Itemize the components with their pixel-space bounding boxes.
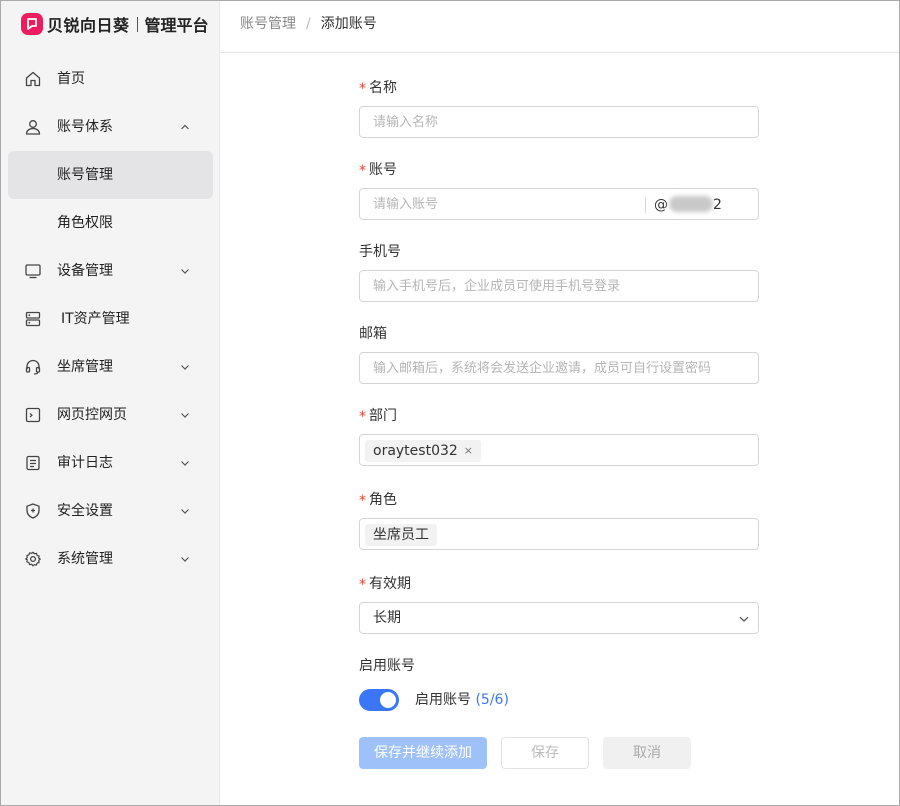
name-label: * 名称 — [359, 80, 397, 97]
brand-subtitle: 管理平台 — [144, 16, 209, 35]
user-icon — [25, 120, 41, 135]
brand[interactable]: 贝锐向日葵 管理平台 — [21, 12, 209, 36]
chevron-down-icon — [739, 616, 749, 622]
sidebar-item-it-assets[interactable]: IT资产管理 — [1, 295, 220, 343]
shield-icon — [26, 503, 40, 519]
email-label: 邮箱 — [359, 326, 387, 342]
web-terminal-icon — [25, 407, 41, 423]
breadcrumb-parent[interactable]: 账号管理 — [240, 15, 296, 33]
required-mark: * — [359, 577, 366, 593]
sidebar-item-label: 首页 — [57, 71, 85, 87]
sidebar-item-home[interactable]: 首页 — [1, 55, 220, 103]
department-label: * 部门 — [359, 408, 397, 425]
account-placeholder: 请输入账号 — [373, 197, 439, 212]
department-tag-label: oraytest032 — [373, 443, 458, 459]
account-suffix-divider — [645, 197, 646, 213]
name-input[interactable]: 请输入名称 — [359, 106, 759, 138]
sidebar-item-account-management[interactable]: 账号管理 — [8, 151, 213, 199]
sunlogin-logo-icon — [21, 13, 43, 35]
sidebar-item-label: 设备管理 — [57, 263, 113, 279]
enable-account-label: 启用账号 — [359, 658, 415, 674]
sidebar-item-label: 账号管理 — [57, 167, 113, 183]
sidebar-item-label: 系统管理 — [57, 551, 113, 567]
enable-account-toggle[interactable] — [359, 689, 399, 711]
sidebar-item-audit-log[interactable]: 审计日志 — [1, 439, 220, 487]
sidebar-item-seat-management[interactable]: 坐席管理 — [1, 343, 220, 391]
department-tag: oraytest032 × — [365, 440, 482, 462]
validity-value: 长期 — [373, 610, 401, 626]
tag-remove-icon[interactable]: × — [464, 440, 473, 462]
required-mark: * — [359, 493, 366, 509]
required-mark: * — [359, 409, 366, 425]
sidebar-item-role-permissions[interactable]: 角色权限 — [8, 199, 213, 247]
email-placeholder: 输入邮箱后，系统将会发送企业邀请，成员可自行设置密码 — [373, 361, 712, 376]
headset-icon — [25, 359, 41, 375]
required-mark: * — [359, 81, 366, 97]
required-mark: * — [359, 163, 366, 179]
brand-name: 贝锐向日葵 — [47, 16, 130, 35]
name-placeholder: 请输入名称 — [373, 115, 439, 130]
phone-input[interactable]: 输入手机号后，企业成员可使用手机号登录 — [359, 270, 759, 302]
breadcrumb: 账号管理 / 添加账号 — [240, 15, 377, 33]
enable-account-count: (5/6) — [475, 692, 509, 708]
gear-icon — [25, 551, 41, 567]
sidebar-item-device-management[interactable]: 设备管理 — [1, 247, 220, 295]
role-tag: 坐席员工 — [365, 524, 437, 546]
brand-divider — [136, 16, 138, 32]
breadcrumb-separator: / — [306, 16, 311, 32]
sidebar-item-label: 账号体系 — [57, 119, 113, 135]
save-button[interactable]: 保存 — [501, 737, 589, 769]
toggle-knob — [380, 692, 396, 708]
sidebar-item-label: 网页控网页 — [57, 407, 127, 423]
home-icon — [25, 71, 41, 87]
log-icon — [26, 455, 40, 471]
account-domain-suffix: 2 — [713, 197, 722, 213]
sidebar-item-label: 安全设置 — [57, 503, 113, 519]
chevron-down-icon — [181, 557, 189, 562]
chevron-down-icon — [181, 509, 189, 514]
account-input[interactable]: 请输入账号 @ 2 — [359, 188, 759, 220]
account-domain-prefix: @ — [654, 197, 668, 213]
sidebar-item-label: 坐席管理 — [57, 359, 113, 375]
department-select[interactable]: oraytest032 × — [359, 434, 759, 466]
email-input[interactable]: 输入邮箱后，系统将会发送企业邀请，成员可自行设置密码 — [359, 352, 759, 384]
account-label: * 账号 — [359, 162, 397, 179]
chevron-down-icon — [181, 269, 189, 274]
sidebar-item-security-settings[interactable]: 安全设置 — [1, 487, 220, 535]
role-select[interactable]: 坐席员工 — [359, 518, 759, 550]
sidebar-item-label: IT资产管理 — [61, 311, 130, 327]
server-icon — [25, 311, 41, 327]
sidebar-item-account-system[interactable]: 账号体系 — [1, 103, 220, 151]
chevron-down-icon — [181, 365, 189, 370]
chevron-up-icon — [181, 124, 189, 130]
sidebar-item-system-management[interactable]: 系统管理 — [1, 535, 220, 583]
monitor-icon — [25, 264, 41, 279]
sidebar: 贝锐向日葵 管理平台 首页 账号体系 账号管理 角色权限 设备管理 IT资产管理 — [1, 1, 220, 805]
role-label: * 角色 — [359, 492, 397, 509]
chevron-down-icon — [181, 413, 189, 418]
enable-account-text: 启用账号 (5/6) — [415, 692, 509, 708]
cancel-button[interactable]: 取消 — [603, 737, 691, 769]
phone-label: 手机号 — [359, 244, 401, 260]
chevron-down-icon — [181, 461, 189, 466]
validity-label: * 有效期 — [359, 576, 411, 593]
role-tag-label: 坐席员工 — [373, 527, 429, 543]
breadcrumb-current: 添加账号 — [320, 16, 377, 32]
sidebar-item-label: 角色权限 — [57, 215, 113, 231]
sidebar-item-web-control[interactable]: 网页控网页 — [1, 391, 220, 439]
validity-select[interactable]: 长期 — [359, 602, 759, 634]
phone-placeholder: 输入手机号后，企业成员可使用手机号登录 — [373, 279, 621, 294]
redacted-domain — [669, 196, 713, 212]
save-and-continue-button[interactable]: 保存并继续添加 — [359, 737, 487, 769]
sidebar-item-label: 审计日志 — [57, 455, 113, 471]
page-header: 账号管理 / 添加账号 — [220, 1, 899, 53]
